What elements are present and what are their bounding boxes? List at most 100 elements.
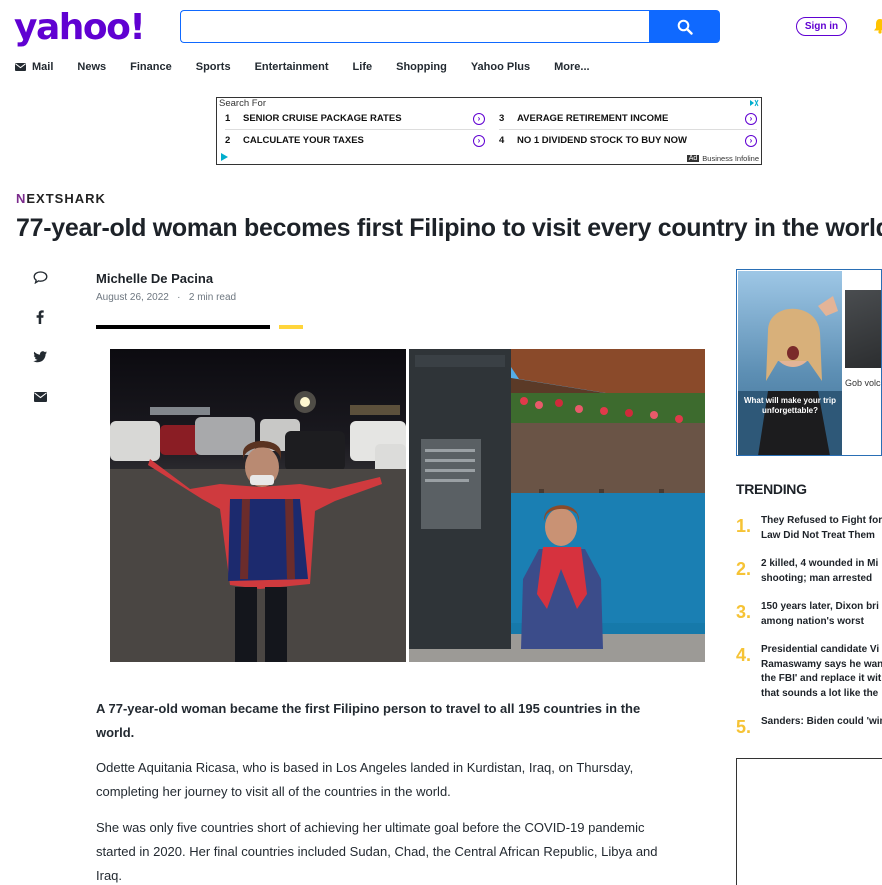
ad-divider [225, 129, 485, 130]
photo-lake-bridge [409, 349, 705, 662]
nav-mail-label: Mail [32, 61, 54, 73]
search-icon [677, 19, 693, 35]
trending-text: Sanders: Biden could 'win [761, 715, 882, 739]
ad-link-number: 1 [225, 113, 231, 124]
facebook-share-button[interactable] [31, 308, 49, 326]
trending-number: 5. [736, 717, 752, 737]
nav-life[interactable]: Life [353, 61, 373, 73]
article-headline: 77-year-old woman becomes first Filipino… [16, 214, 882, 242]
ad-link-label: SENIOR CRUISE PACKAGE RATES [243, 113, 402, 124]
ad-link-label: AVERAGE RETIREMENT INCOME [517, 113, 669, 124]
ad-link-2[interactable]: 2 CALCULATE YOUR TAXES › [217, 131, 489, 150]
ad-sponsor[interactable]: Business Infoline [702, 154, 759, 163]
nav-yahoo-plus[interactable]: Yahoo Plus [471, 61, 530, 73]
rail-ad-caption-1: What will make your trip unforgettable? [743, 396, 836, 415]
rail-ad-scene [738, 296, 842, 455]
nav-shopping[interactable]: Shopping [396, 61, 447, 73]
photo-night-parking-lot [110, 349, 406, 662]
ad-link-4[interactable]: 4 NO 1 DIVIDEND STOCK TO BUY NOW › [491, 131, 761, 150]
trending-line: the FBI' and replace it wit [761, 673, 882, 684]
ad-heading: Search For [219, 98, 266, 109]
nav-entertainment[interactable]: Entertainment [255, 61, 329, 73]
ad-link-label: CALCULATE YOUR TAXES [243, 135, 364, 146]
play-icon [221, 153, 228, 161]
trending-number: 1. [736, 516, 752, 536]
trending-line: that sounds a lot like the [761, 687, 879, 699]
twitter-share-button[interactable] [31, 348, 49, 366]
trending-heading: TRENDING [736, 481, 807, 497]
adchoices-icon[interactable] [749, 99, 759, 107]
photo-scene-left [110, 391, 406, 662]
ad-link-number: 4 [499, 135, 505, 146]
rail-ad-slot [736, 758, 882, 885]
search-button[interactable] [649, 10, 720, 43]
trending-number: 2. [736, 559, 752, 579]
publish-date: August 26, 2022 [96, 292, 169, 303]
article-paragraph-2: Odette Aquitania Ricasa, who is based in… [96, 760, 634, 799]
trending-text: Presidential candidate Vi Ramaswamy says… [761, 643, 882, 701]
signin-button[interactable]: Sign in [796, 17, 847, 36]
trending-line: Presidential candidate Vi [761, 644, 880, 655]
trending-line: Sanders: Biden could 'win [761, 716, 882, 727]
ad-link-number: 2 [225, 135, 231, 146]
publisher-mark: N [16, 191, 27, 206]
trending-number: 4. [736, 645, 752, 665]
chevron-right-icon: › [473, 112, 485, 125]
rail-ad-image-2 [845, 290, 881, 368]
trending-line: 150 years later, Dixon bri [761, 601, 879, 612]
ad-link-label: NO 1 DIVIDEND STOCK TO BUY NOW [517, 135, 687, 146]
article-meta: August 26, 2022 · 2 min read [96, 292, 236, 303]
nav-mail[interactable]: Mail [15, 61, 53, 73]
ad-link-1[interactable]: 1 SENIOR CRUISE PACKAGE RATES › [217, 109, 489, 128]
publisher-logo[interactable]: NEXTSHARK [16, 191, 106, 206]
nav-more[interactable]: More... [554, 61, 589, 73]
trending-item-3[interactable]: 3. 150 years later, Dixon bri among nati… [736, 600, 882, 629]
rail-ad-caption-2: Gob volcano [845, 378, 881, 388]
trending-line: shooting; man arrested [761, 572, 873, 584]
ad-link-3[interactable]: 3 AVERAGE RETIREMENT INCOME › [491, 109, 761, 128]
trending-line: They Refused to Fight for [761, 515, 882, 526]
nav-finance[interactable]: Finance [130, 61, 172, 73]
trending-line: 2 killed, 4 wounded in Mi [761, 558, 879, 569]
article-paragraph-1: A 77-year-old woman became the first Fil… [96, 701, 641, 740]
read-time: 2 min read [188, 292, 237, 303]
photo-scene-right [409, 349, 705, 662]
divider-bar [96, 325, 270, 329]
bell-icon[interactable] [873, 18, 882, 34]
search-field[interactable] [180, 10, 650, 43]
envelope-icon [33, 392, 47, 402]
comment-icon [33, 270, 47, 284]
ad-link-number: 3 [499, 113, 505, 124]
search-input[interactable] [181, 11, 650, 42]
trending-item-5[interactable]: 5. Sanders: Biden could 'win [736, 715, 882, 739]
author-name[interactable]: Michelle De Pacina [96, 271, 213, 286]
trending-line: among nation's worst [761, 615, 864, 627]
trending-text: 2 killed, 4 wounded in Mi shooting; man … [761, 557, 878, 586]
trending-item-4[interactable]: 4. Presidential candidate Vi Ramaswamy s… [736, 643, 882, 701]
ad-footer: Ad Business Infoline [686, 154, 759, 163]
chevron-right-icon: › [473, 134, 485, 147]
rail-ad-image-1 [738, 271, 842, 455]
email-share-button[interactable] [31, 388, 49, 406]
trending-line: Law Did Not Treat Them [761, 529, 875, 541]
ad-tag: Ad [686, 155, 700, 162]
nav-sports[interactable]: Sports [196, 61, 231, 73]
main-nav: Mail News Finance Sports Entertainment L… [15, 60, 614, 74]
comment-button[interactable] [31, 268, 49, 286]
meta-separator: · [171, 292, 187, 303]
trending-line: Ramaswamy says he wan [761, 658, 882, 670]
divider-accent [279, 325, 303, 329]
article-paragraph-3: She was only five countries short of ach… [96, 820, 658, 883]
article-photo[interactable] [110, 349, 705, 662]
yahoo-logo[interactable]: yahoo! [14, 8, 146, 48]
trending-text: They Refused to Fight for Law Did Not Tr… [761, 514, 882, 543]
search-ad: Search For 1 SENIOR CRUISE PACKAGE RATES… [216, 97, 762, 165]
facebook-icon [36, 310, 44, 324]
ad-divider [499, 129, 757, 130]
trending-item-1[interactable]: 1. They Refused to Fight for Law Did Not… [736, 514, 882, 543]
trending-item-2[interactable]: 2. 2 killed, 4 wounded in Mi shooting; m… [736, 557, 882, 586]
rail-ad[interactable]: What will make your trip unforgettable? … [736, 269, 882, 456]
twitter-icon [33, 351, 47, 363]
nav-news[interactable]: News [77, 61, 106, 73]
chevron-right-icon: › [745, 134, 757, 147]
